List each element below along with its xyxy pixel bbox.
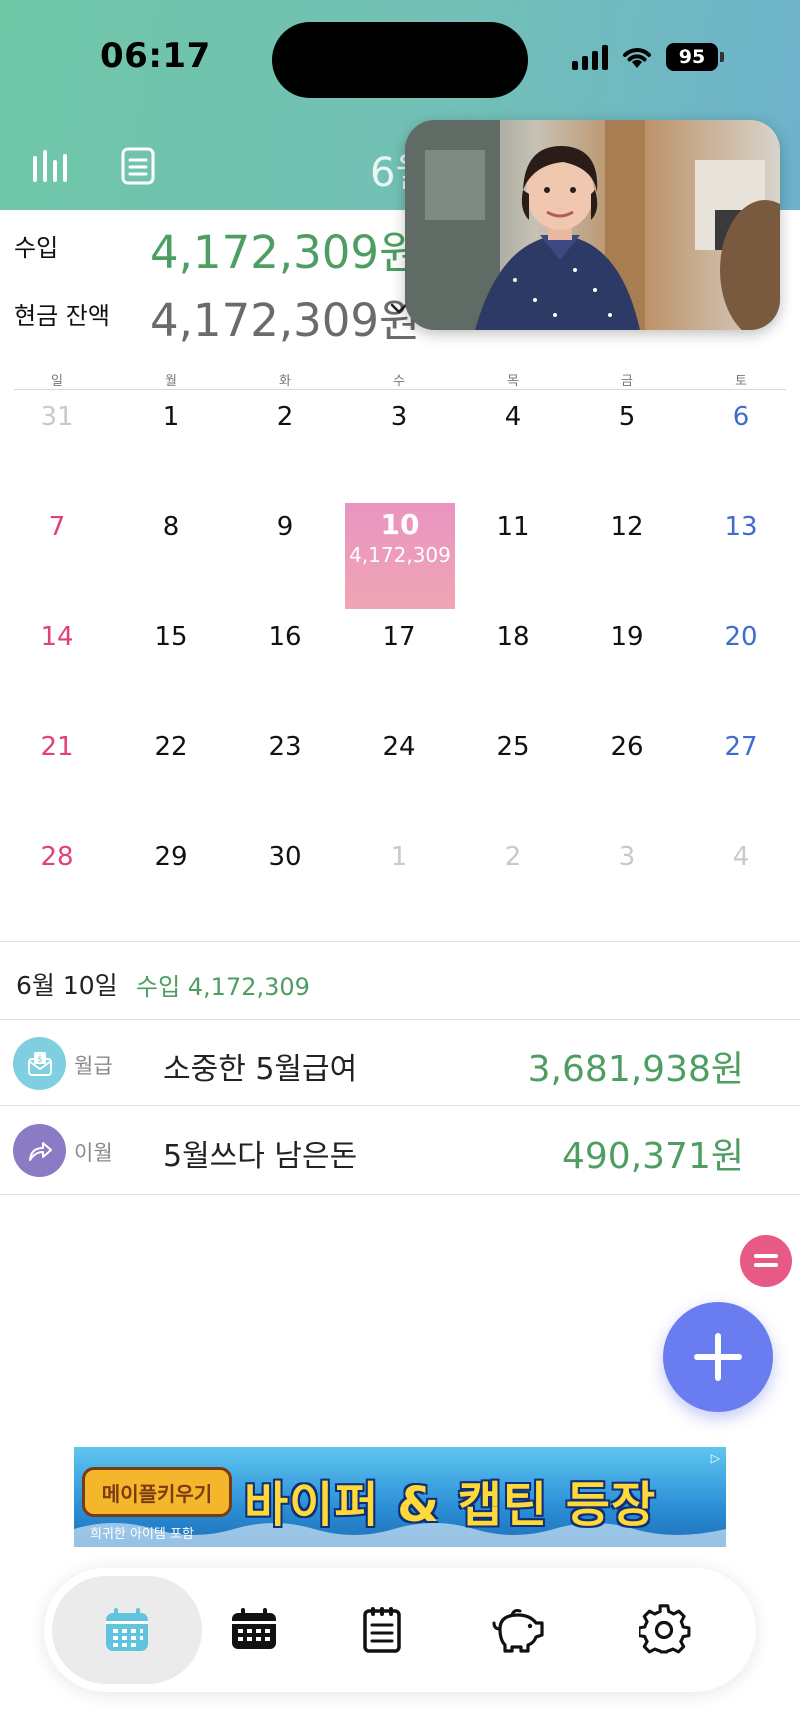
equals-button[interactable] (740, 1235, 792, 1287)
calendar-day[interactable]: 1 (342, 842, 456, 872)
weekday-label: 화 (279, 374, 291, 389)
calendar-day[interactable]: 19 (570, 622, 684, 652)
detail-date: 6월 10일 (16, 971, 118, 1000)
calendar-day[interactable]: 5 (570, 402, 684, 432)
calendar-day[interactable]: 15 (114, 622, 228, 652)
plus-icon (694, 1333, 742, 1381)
item-amount: 3,681,938원 (527, 1049, 744, 1090)
wifi-icon (623, 48, 651, 68)
calendar-day[interactable]: 13 (684, 512, 798, 542)
calendar-day[interactable]: 18 (456, 622, 570, 652)
category-label: 이월 (74, 1141, 113, 1165)
calendar-day[interactable]: 26 (570, 732, 684, 762)
calendar-day[interactable]: 28 (0, 842, 114, 872)
detail-income-summary: 수입 4,172,309 (136, 973, 310, 1001)
calendar-day[interactable]: 6 (684, 402, 798, 432)
calendar-day[interactable]: 30 (228, 842, 342, 872)
calendar-day[interactable]: 14 (0, 622, 114, 652)
svg-text:$: $ (37, 1055, 43, 1065)
category-label: 월급 (74, 1054, 113, 1078)
dynamic-island (272, 22, 528, 98)
status-indicators: 95 (572, 40, 724, 74)
calendar-day[interactable]: 3 (570, 842, 684, 872)
balance-label: 현금 잔액 (14, 302, 110, 330)
calendar-dark-icon (232, 1608, 276, 1649)
calendar-day[interactable]: 4 (684, 842, 798, 872)
stats-bars-icon[interactable] (30, 146, 70, 186)
income-value: 4,172,309원 (150, 226, 421, 279)
calendar-day[interactable]: 29 (114, 842, 228, 872)
calendar-day[interactable]: 23 (228, 732, 342, 762)
calendar-day[interactable]: 25 (456, 732, 570, 762)
calendar-day[interactable]: 31 (0, 402, 114, 432)
calendar-day[interactable]: 1 (114, 402, 228, 432)
weekday-label: 일 (51, 374, 63, 389)
tab-settings[interactable] (635, 1600, 695, 1660)
salary-envelope-icon: $ (13, 1037, 66, 1090)
calendar-icon (106, 1608, 148, 1651)
calendar-divider (14, 389, 786, 390)
ad-subtext: 희귀한 아이템 포함 (90, 1527, 194, 1542)
calendar-bottom-divider (0, 941, 800, 942)
calendar-day[interactable]: 7 (0, 512, 114, 542)
selected-day-number[interactable]: 10 (345, 508, 455, 541)
income-label: 수입 (14, 234, 59, 262)
weekday-label: 목 (507, 374, 519, 389)
calendar-day[interactable]: 4 (456, 402, 570, 432)
balance-value[interactable]: 4,172,309원 (150, 284, 420, 349)
calendar-day[interactable]: 11 (456, 512, 570, 542)
battery-icon: 95 (666, 43, 724, 71)
calendar-day[interactable]: 17 (342, 622, 456, 652)
status-time: 06:17 (100, 36, 211, 76)
gear-icon (639, 1604, 691, 1654)
cellular-signal-icon (572, 44, 608, 70)
weekday-label: 월 (165, 374, 177, 389)
calendar-day[interactable]: 12 (570, 512, 684, 542)
calendar-day[interactable]: 16 (228, 622, 342, 652)
list-divider (0, 1019, 800, 1020)
add-entry-button[interactable] (663, 1302, 773, 1412)
calendar-day[interactable]: 8 (114, 512, 228, 542)
item-title: 소중한 5월급여 (163, 1052, 358, 1087)
ad-game-logo: 메이플키우기 (82, 1467, 232, 1517)
tab-calendar-month[interactable] (97, 1600, 157, 1660)
ad-headline: 바이퍼 & 캡틴 등장 (244, 1477, 657, 1533)
calendar-day[interactable]: 21 (0, 732, 114, 762)
weekday-label: 수 (393, 374, 405, 389)
weekday-label: 금 (621, 374, 633, 389)
piggy-bank-icon (492, 1609, 544, 1653)
weekday-label: 토 (735, 374, 747, 389)
list-divider (0, 1105, 800, 1106)
calendar-day[interactable]: 24 (342, 732, 456, 762)
tab-savings[interactable] (488, 1600, 548, 1660)
carry-over-arrow-icon (13, 1124, 66, 1177)
ad-choices-icon[interactable]: ▷ (711, 1451, 720, 1465)
ad-banner[interactable]: 메이플키우기 희귀한 아이템 포함 바이퍼 & 캡틴 등장 ▷ (74, 1447, 726, 1547)
item-title: 5월쓰다 남은돈 (163, 1139, 358, 1174)
calendar-day[interactable]: 9 (228, 512, 342, 542)
calendar-day[interactable]: 20 (684, 622, 798, 652)
list-divider (0, 1194, 800, 1195)
equals-icon (754, 1254, 778, 1267)
calendar-day[interactable]: 27 (684, 732, 798, 762)
calendar-day[interactable]: 3 (342, 402, 456, 432)
memo-list-icon[interactable] (118, 146, 158, 186)
tab-calendar-week[interactable] (224, 1600, 284, 1660)
notepad-icon (363, 1607, 401, 1653)
item-amount: 490,371원 (562, 1136, 744, 1177)
video-frame (405, 120, 780, 330)
battery-level: 95 (678, 46, 706, 68)
calendar-day[interactable]: 2 (228, 402, 342, 432)
selected-day-amount: 4,172,309 (349, 543, 451, 567)
calendar-day[interactable]: 2 (456, 842, 570, 872)
calendar-day[interactable]: 22 (114, 732, 228, 762)
tab-list[interactable] (352, 1600, 412, 1660)
pip-video-overlay[interactable] (405, 120, 780, 330)
